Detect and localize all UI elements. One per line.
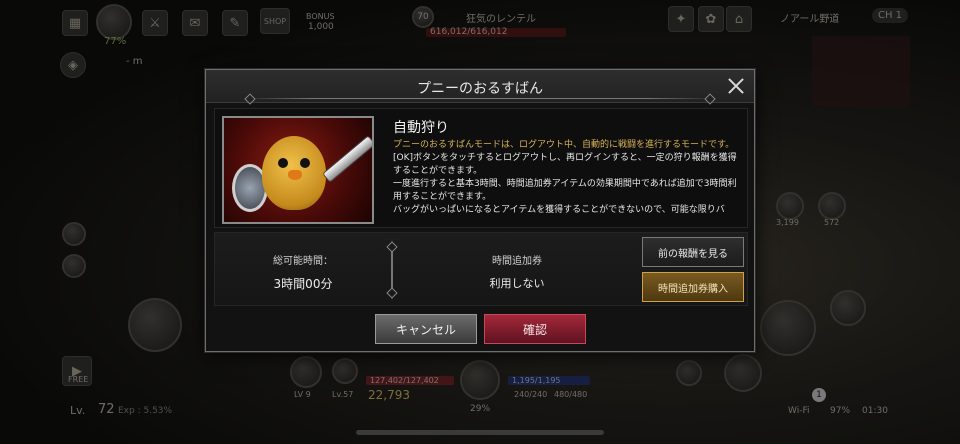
ticket-label: 時間追加券 xyxy=(492,256,542,267)
confirm-button[interactable]: 確認 xyxy=(484,314,586,344)
description-heading: 自動狩り xyxy=(393,120,449,136)
sword-graphic xyxy=(323,136,372,182)
total-time-value: 3時間00分 xyxy=(273,277,333,291)
auto-hunt-dialog: プニーのおるすばん 自動狩り プニーのおるすばんモードは、ログアウト中、自動的に… xyxy=(205,69,755,352)
description-line-2: [OK]ボタンをタッチするとログアウトし、再ログインすると、一定の狩り報酬を獲得… xyxy=(393,153,737,176)
puni-chick-image xyxy=(222,116,374,224)
close-icon[interactable] xyxy=(726,76,746,96)
chick-beak xyxy=(288,170,302,180)
cancel-button[interactable]: キャンセル xyxy=(375,314,477,344)
buy-time-ticket-button[interactable]: 時間追加券購入 xyxy=(642,272,744,302)
header-ornament xyxy=(242,98,718,99)
info-panel: 自動狩り プニーのおるすばんモードは、ログアウト中、自動的に戦闘を進行するモード… xyxy=(214,108,748,228)
view-previous-reward-button[interactable]: 前の報酬を見る xyxy=(642,237,744,267)
description-line-3: 一度進行すると基本3時間、時間追加券アイテムの効果期間中であれば追加で3時間利用… xyxy=(393,179,737,202)
description-text[interactable]: プニーのおるすばんモードは、ログアウト中、自動的に戦闘を進行するモードです。 [… xyxy=(393,139,743,223)
dialog-title: プニーのおるすばん xyxy=(417,81,543,97)
chick-eye-right xyxy=(300,158,310,168)
total-time-column: 総可能時間： 3時間00分 xyxy=(215,233,391,307)
description-line-1: プニーのおるすばんモードは、ログアウト中、自動的に戦闘を進行するモードです。 xyxy=(393,139,743,152)
dialog-header: プニーのおるすばん xyxy=(206,70,754,103)
description-line-1-text: プニーのおるすばんモードは、ログアウト中、自動的に戦闘を進行するモードです。 xyxy=(393,140,735,150)
total-time-label: 総可能時間： xyxy=(273,256,333,267)
ticket-column: 時間追加券 利用しない xyxy=(393,233,641,307)
description-line-4: バッグがいっぱいになるとアイテムを獲得することができないので、可能な限りバ xyxy=(393,205,725,215)
ticket-status: 利用しない xyxy=(489,277,545,290)
chick-eye-left xyxy=(278,158,288,168)
chick-graphic xyxy=(262,136,326,210)
